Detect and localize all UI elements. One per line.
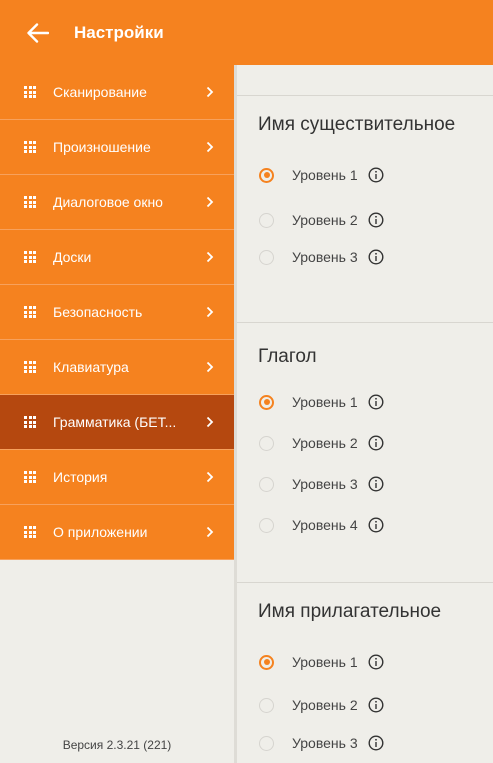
sidebar-item-scanning[interactable]: Сканирование <box>0 65 234 120</box>
grid-icon <box>24 86 36 98</box>
info-icon[interactable] <box>368 435 384 451</box>
grid-icon <box>24 251 36 263</box>
chevron-right-icon <box>206 306 214 318</box>
radio-option-noun-level-3[interactable]: Уровень 3 <box>259 245 384 269</box>
radio-option-verb-level-2[interactable]: Уровень 2 <box>259 431 384 455</box>
info-icon[interactable] <box>368 735 384 751</box>
sidebar-item-security[interactable]: Безопасность <box>0 285 234 340</box>
section-title-noun: Имя существительное <box>258 114 456 135</box>
chevron-right-icon <box>206 196 214 208</box>
grammar-settings-panel[interactable]: Имя существительное Уровень 1 Уровень 2 … <box>237 65 493 763</box>
chevron-right-icon <box>206 361 214 373</box>
radio-option-verb-level-1[interactable]: Уровень 1 <box>259 390 384 414</box>
section-title-verb: Глагол <box>258 346 317 367</box>
grid-icon <box>24 526 36 538</box>
chevron-right-icon <box>206 471 214 483</box>
sidebar-item-label: Произношение <box>53 139 151 155</box>
info-icon[interactable] <box>368 517 384 533</box>
radio-option-noun-level-1[interactable]: Уровень 1 <box>259 163 384 187</box>
section-divider <box>237 322 493 323</box>
section-title-adjective: Имя прилагательное <box>258 601 442 622</box>
sidebar-item-grammar[interactable]: Грамматика (БЕТ... <box>0 395 234 450</box>
page-title: Настройки <box>74 22 164 42</box>
section-divider <box>237 582 493 583</box>
sidebar-item-label: Грамматика (БЕТ... <box>53 414 177 430</box>
info-icon[interactable] <box>368 394 384 410</box>
radio-option-adjective-level-2[interactable]: Уровень 2 <box>259 693 384 717</box>
info-icon[interactable] <box>368 212 384 228</box>
section-divider <box>237 95 493 96</box>
info-icon[interactable] <box>368 249 384 265</box>
sidebar-item-history[interactable]: История <box>0 450 234 505</box>
grid-icon <box>24 416 36 428</box>
sidebar-item-dialog-window[interactable]: Диалоговое окно <box>0 175 234 230</box>
radio-button[interactable] <box>259 167 274 183</box>
sidebar-item-about[interactable]: О приложении <box>0 505 234 560</box>
chevron-right-icon <box>206 416 214 428</box>
chevron-right-icon <box>206 526 214 538</box>
option-label: Уровень 3 <box>292 249 358 265</box>
option-label: Уровень 2 <box>292 697 358 713</box>
arrow-left-icon[interactable] <box>24 19 52 47</box>
chevron-right-icon <box>206 86 214 98</box>
sidebar-item-label: Диалоговое окно <box>53 194 163 210</box>
sidebar: Сканирование Произношение Диалоговое окн… <box>0 65 234 763</box>
radio-option-adjective-level-1[interactable]: Уровень 1 <box>259 650 384 674</box>
radio-option-verb-level-4[interactable]: Уровень 4 <box>259 513 384 537</box>
info-icon[interactable] <box>368 476 384 492</box>
info-icon[interactable] <box>368 697 384 713</box>
grid-icon <box>24 361 36 373</box>
sidebar-item-label: Сканирование <box>53 84 147 100</box>
radio-button[interactable] <box>259 212 274 228</box>
grid-icon <box>24 141 36 153</box>
radio-button[interactable] <box>259 735 274 751</box>
grid-icon <box>24 471 36 483</box>
radio-button[interactable] <box>259 517 274 533</box>
radio-button[interactable] <box>259 476 274 492</box>
info-icon[interactable] <box>368 654 384 670</box>
chevron-right-icon <box>206 141 214 153</box>
sidebar-item-pronunciation[interactable]: Произношение <box>0 120 234 175</box>
sidebar-item-label: Доски <box>53 249 92 265</box>
grid-icon <box>24 306 36 318</box>
radio-option-noun-level-2[interactable]: Уровень 2 <box>259 208 384 232</box>
radio-option-adjective-level-3[interactable]: Уровень 3 <box>259 731 384 755</box>
sidebar-item-boards[interactable]: Доски <box>0 230 234 285</box>
app-bar: Настройки <box>0 0 493 65</box>
option-label: Уровень 1 <box>292 394 358 410</box>
option-label: Уровень 3 <box>292 476 358 492</box>
sidebar-item-label: Безопасность <box>53 304 143 320</box>
radio-button[interactable] <box>259 249 274 265</box>
option-label: Уровень 1 <box>292 654 358 670</box>
grid-icon <box>24 196 36 208</box>
radio-button[interactable] <box>259 394 274 410</box>
radio-option-verb-level-3[interactable]: Уровень 3 <box>259 472 384 496</box>
sidebar-item-label: О приложении <box>53 524 148 540</box>
chevron-right-icon <box>206 251 214 263</box>
radio-button[interactable] <box>259 435 274 451</box>
radio-button[interactable] <box>259 654 274 670</box>
option-label: Уровень 2 <box>292 212 358 228</box>
version-label: Версия 2.3.21 (221) <box>62 738 172 752</box>
option-label: Уровень 1 <box>292 167 358 183</box>
radio-button[interactable] <box>259 697 274 713</box>
sidebar-item-label: Клавиатура <box>53 359 129 375</box>
option-label: Уровень 4 <box>292 517 358 533</box>
sidebar-item-label: История <box>53 469 108 485</box>
option-label: Уровень 2 <box>292 435 358 451</box>
option-label: Уровень 3 <box>292 735 358 751</box>
sidebar-item-keyboard[interactable]: Клавиатура <box>0 340 234 395</box>
info-icon[interactable] <box>368 167 384 183</box>
